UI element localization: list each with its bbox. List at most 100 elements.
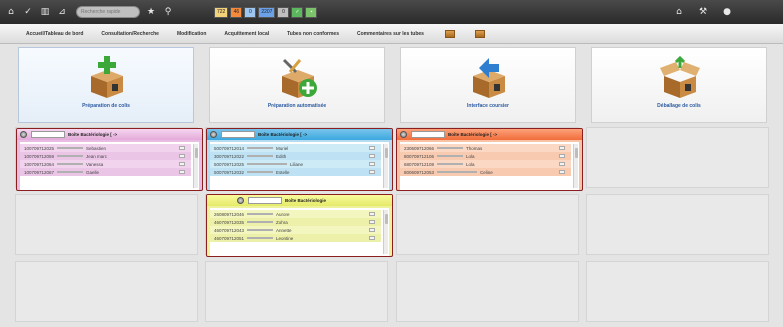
- patient-name: Sebastien: [86, 145, 107, 151]
- tube-code: 100709712064: [24, 161, 55, 167]
- box-name-input[interactable]: [221, 131, 255, 138]
- nav-tubes-non-conformes[interactable]: Tubes non conformes: [278, 31, 348, 37]
- chart-icon[interactable]: ⊿: [55, 5, 69, 19]
- tube-action-icon[interactable]: [559, 146, 565, 150]
- tube-action-icon[interactable]: [559, 154, 565, 158]
- badge-count-5[interactable]: 0: [277, 6, 290, 18]
- tube-action-icon[interactable]: [369, 170, 375, 174]
- badge-count-3[interactable]: 0: [244, 6, 257, 18]
- list-item[interactable]: 100709712067 Gaelle: [20, 168, 191, 176]
- scrollbar[interactable]: [573, 144, 578, 188]
- badge-green[interactable]: ▪: [305, 6, 318, 18]
- list-item[interactable]: 100709712064 Vanessa: [20, 160, 191, 168]
- tube-action-icon[interactable]: [369, 228, 375, 232]
- badge-count-2[interactable]: 46: [230, 6, 243, 18]
- tube-action-icon[interactable]: [559, 170, 565, 174]
- search-input[interactable]: Recherche rapide: [76, 6, 140, 18]
- box-bacteriologie-2[interactable]: Boîte Bactériologie [ -> 500709712014 Mur…: [206, 128, 393, 191]
- patient-name: Liliane: [290, 161, 304, 167]
- tile-label: Préparation automatisée: [267, 103, 327, 109]
- list-item[interactable]: 100709712059 Jean marc: [20, 152, 191, 160]
- box-header: Boîte Bactériologie [ ->: [207, 129, 392, 140]
- check-icon[interactable]: ✓: [21, 5, 35, 19]
- tube-code: 300709712022: [214, 153, 245, 159]
- tile-preparation-automatisee[interactable]: Préparation automatisée: [209, 47, 385, 123]
- scrollbar[interactable]: [193, 144, 198, 188]
- tube-code: 680709712108: [404, 161, 435, 167]
- box-name-input[interactable]: [248, 197, 282, 204]
- tube-action-icon[interactable]: [369, 162, 375, 166]
- home-icon[interactable]: ⌂: [4, 5, 18, 19]
- tube-action-icon[interactable]: [369, 146, 375, 150]
- box-open-shortcut-icon[interactable]: [474, 29, 485, 38]
- list-item[interactable]: 800709712106 Lola: [400, 152, 571, 160]
- tile-preparation-colis[interactable]: Préparation de colis: [18, 47, 194, 123]
- box-icon[interactable]: [237, 197, 244, 204]
- bell-icon[interactable]: ⌂: [672, 5, 686, 19]
- list-item[interactable]: 300709712022 Edith: [210, 152, 381, 160]
- list-item[interactable]: 680709712108 Lola: [400, 160, 571, 168]
- main-nav: Accueil/Tableau de bord Consultation/Rec…: [0, 24, 783, 44]
- list-item[interactable]: 460709712035 Zohra: [210, 218, 381, 226]
- status-badges: 722 46 0 2207 0 ✓ ▪: [214, 6, 319, 18]
- box-shortcut-icon[interactable]: [444, 29, 455, 38]
- tube-action-icon[interactable]: [179, 162, 185, 166]
- scrollbar[interactable]: [383, 210, 388, 254]
- scrollbar[interactable]: [383, 144, 388, 188]
- badge-check[interactable]: ✓: [291, 6, 304, 18]
- user-icon[interactable]: ●: [720, 5, 734, 19]
- list-item[interactable]: 260809712046 Aurore: [210, 210, 381, 218]
- list-item[interactable]: 500709712014 Muriel: [210, 144, 381, 152]
- box-header: Boîte Bactériologie: [207, 195, 392, 206]
- tile-label: Interface coursier: [467, 103, 509, 109]
- nav-modification[interactable]: Modification: [168, 31, 215, 37]
- box-icon[interactable]: [20, 131, 27, 138]
- tube-code: 260809712046: [214, 211, 245, 217]
- tube-action-icon[interactable]: [369, 154, 375, 158]
- box-body: 230609712066 Thomas 800709712106 Lola 6807…: [400, 142, 579, 190]
- search-icon[interactable]: ⚲: [161, 5, 175, 19]
- list-item[interactable]: 800609712053 Celine: [400, 168, 571, 176]
- patient-name: Edith: [276, 153, 287, 159]
- patient-name: Gaelle: [86, 169, 100, 175]
- tube-action-icon[interactable]: [179, 170, 185, 174]
- box-bacteriologie-4[interactable]: Boîte Bactériologie 260809712046 Aurore 4…: [206, 194, 393, 257]
- tube-action-icon[interactable]: [369, 212, 375, 216]
- box-name-input[interactable]: [411, 131, 445, 138]
- grid-cell: [396, 194, 579, 255]
- box-icon[interactable]: [400, 131, 407, 138]
- nav-dashboard[interactable]: Accueil/Tableau de bord: [0, 31, 92, 37]
- tile-interface-coursier[interactable]: Interface coursier: [400, 47, 576, 123]
- tube-code: 800709712106: [404, 153, 435, 159]
- list-item[interactable]: 100709712025 Sebastien: [20, 144, 191, 152]
- list-item[interactable]: 500709712025 Liliane: [210, 160, 381, 168]
- tube-action-icon[interactable]: [179, 146, 185, 150]
- list-item[interactable]: 460709712043 Annette: [210, 226, 381, 234]
- grid-cell: [586, 127, 769, 188]
- nav-commentaires[interactable]: Commentaires sur les tubes: [348, 31, 433, 37]
- box-name-input[interactable]: [31, 131, 65, 138]
- tile-label: Déballage de colis: [657, 103, 701, 109]
- box-open-icon: [660, 55, 700, 98]
- list-item[interactable]: 230609712066 Thomas: [400, 144, 571, 152]
- tube-code: 500709712032: [214, 169, 245, 175]
- tube-action-icon[interactable]: [369, 220, 375, 224]
- box-icon[interactable]: [210, 131, 217, 138]
- box-body: 500709712014 Muriel 300709712022 Edith 500…: [210, 142, 389, 190]
- badge-count-4[interactable]: 2207: [258, 6, 276, 18]
- nav-consultation[interactable]: Consultation/Recherche: [92, 31, 168, 37]
- badge-count-1[interactable]: 722: [214, 6, 229, 18]
- box-bacteriologie-1[interactable]: Boîte Bactériologie [ -> 100709712025 Seb…: [16, 128, 203, 191]
- wrench-icon[interactable]: ⚒: [696, 5, 710, 19]
- nav-acquittement[interactable]: Acquittement local: [215, 31, 278, 37]
- document-icon[interactable]: ▥: [38, 5, 52, 19]
- tube-action-icon[interactable]: [179, 154, 185, 158]
- tile-deballage-colis[interactable]: Déballage de colis: [591, 47, 767, 123]
- tube-action-icon[interactable]: [559, 162, 565, 166]
- list-item[interactable]: 500709712032 Estelle: [210, 168, 381, 176]
- box-bacteriologie-3[interactable]: Boîte Bactériologie [ -> 230609712066 Tho…: [396, 128, 583, 191]
- list-item[interactable]: 460709712051 Leontine: [210, 234, 381, 242]
- star-icon[interactable]: ★: [144, 5, 158, 19]
- patient-name: Zohra: [276, 219, 288, 225]
- tube-action-icon[interactable]: [369, 236, 375, 240]
